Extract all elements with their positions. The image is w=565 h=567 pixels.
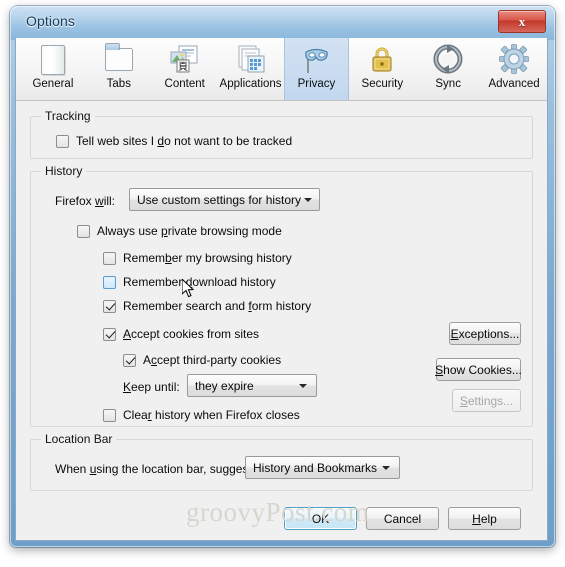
history-group: History Firefox will: Use custom setting… bbox=[30, 164, 533, 427]
accept-cookies-label: Accept cookies from sites bbox=[123, 327, 260, 341]
remember-form-row[interactable]: Remember search and form history bbox=[103, 299, 311, 313]
preferences-toolbar: General Tabs 頁 Content Applications Priv… bbox=[16, 38, 547, 101]
toolbar-item-sync[interactable]: Sync bbox=[415, 38, 481, 100]
suggest-label: When using the location bar, suggest: bbox=[55, 462, 256, 476]
keep-until-value: they expire bbox=[195, 378, 254, 393]
tracking-group: Tracking Tell web sites I do not want to… bbox=[30, 109, 533, 159]
toolbar-item-general[interactable]: General bbox=[20, 38, 86, 100]
always-private-row[interactable]: Always use private browsing mode bbox=[77, 224, 282, 238]
close-button[interactable]: x bbox=[498, 10, 546, 33]
toolbar-label-tabs: Tabs bbox=[106, 78, 131, 90]
location-bar-group: Location Bar When using the location bar… bbox=[30, 432, 533, 491]
remember-form-checkbox[interactable] bbox=[103, 299, 116, 313]
privacy-pane: Tracking Tell web sites I do not want to… bbox=[16, 101, 547, 539]
toolbar-label-advanced: Advanced bbox=[488, 78, 540, 90]
toolbar-label-security: Security bbox=[361, 78, 404, 90]
toolbar-label-content: Content bbox=[164, 78, 205, 90]
toolbar-item-tabs[interactable]: Tabs bbox=[86, 38, 152, 100]
accept-third-party-label: Accept third-party cookies bbox=[143, 353, 282, 367]
toolbar-label-privacy: Privacy bbox=[297, 78, 336, 90]
dialog-client-area: General Tabs 頁 Content Applications Priv… bbox=[15, 38, 548, 541]
toolbar-item-content[interactable]: 頁 Content bbox=[152, 38, 218, 100]
chevron-down-icon bbox=[295, 384, 311, 388]
applications-icon bbox=[235, 43, 267, 75]
remember-browsing-label: Remember my browsing history bbox=[123, 251, 292, 265]
title-bar: Options x bbox=[10, 6, 555, 40]
toolbar-label-sync: Sync bbox=[435, 78, 461, 90]
location-suggest-select[interactable]: History and Bookmarks bbox=[245, 456, 400, 479]
padlock-icon bbox=[366, 43, 398, 75]
toolbar-label-general: General bbox=[32, 78, 74, 90]
ok-button[interactable]: OK bbox=[284, 507, 357, 530]
toolbar-item-advanced[interactable]: Advanced bbox=[481, 38, 547, 100]
remember-download-label: Remember download history bbox=[123, 275, 276, 289]
remember-download-checkbox[interactable] bbox=[103, 275, 116, 289]
close-icon: x bbox=[518, 14, 526, 29]
do-not-track-checkbox[interactable] bbox=[56, 134, 69, 148]
svg-text:頁: 頁 bbox=[178, 61, 188, 73]
general-icon bbox=[37, 43, 69, 75]
cancel-button[interactable]: Cancel bbox=[366, 507, 439, 530]
firefox-will-label: Firefox will: bbox=[55, 194, 116, 208]
chevron-down-icon bbox=[378, 466, 394, 470]
show-cookies-button[interactable]: Show Cookies... bbox=[435, 358, 522, 381]
remember-form-label: Remember search and form history bbox=[123, 299, 312, 313]
keep-until-label: Keep until: bbox=[123, 380, 180, 394]
location-suggest-value: History and Bookmarks bbox=[253, 460, 378, 475]
gear-icon bbox=[498, 43, 530, 75]
clear-on-close-row[interactable]: Clear history when Firefox closes bbox=[103, 408, 300, 422]
history-mode-value: Use custom settings for history bbox=[137, 192, 302, 207]
clear-on-close-label: Clear history when Firefox closes bbox=[123, 408, 300, 422]
history-mode-select[interactable]: Use custom settings for history bbox=[129, 188, 320, 211]
accept-cookies-checkbox[interactable] bbox=[103, 327, 116, 341]
accept-third-party-row[interactable]: Accept third-party cookies bbox=[123, 353, 281, 367]
toolbar-item-security[interactable]: Security bbox=[349, 38, 415, 100]
exceptions-button[interactable]: Exceptions... bbox=[449, 322, 521, 345]
remember-browsing-row[interactable]: Remember my browsing history bbox=[103, 251, 292, 265]
clear-on-close-checkbox[interactable] bbox=[103, 408, 116, 422]
privacy-mask-icon bbox=[300, 43, 332, 75]
toolbar-item-applications[interactable]: Applications bbox=[218, 38, 284, 100]
always-private-checkbox[interactable] bbox=[77, 224, 90, 238]
do-not-track-row[interactable]: Tell web sites I do not want to be track… bbox=[56, 134, 292, 148]
options-window: Options x General Tabs 頁 Content Applica… bbox=[10, 6, 555, 547]
tabs-icon bbox=[103, 43, 135, 75]
keep-until-select[interactable]: they expire bbox=[187, 374, 317, 397]
location-bar-legend: Location Bar bbox=[41, 432, 117, 446]
always-private-label: Always use private browsing mode bbox=[97, 224, 282, 238]
sync-arrows-icon bbox=[432, 43, 464, 75]
toolbar-label-applications: Applications bbox=[219, 78, 282, 90]
help-button[interactable]: Help bbox=[448, 507, 521, 530]
remember-download-row[interactable]: Remember download history bbox=[103, 275, 276, 289]
tracking-legend: Tracking bbox=[41, 109, 95, 123]
chevron-down-icon bbox=[301, 198, 314, 202]
do-not-track-label: Tell web sites I do not want to be track… bbox=[76, 134, 293, 148]
accept-cookies-row[interactable]: Accept cookies from sites bbox=[103, 327, 259, 341]
accept-third-party-checkbox[interactable] bbox=[123, 353, 136, 367]
history-legend: History bbox=[41, 164, 87, 178]
remember-browsing-checkbox[interactable] bbox=[103, 251, 116, 265]
window-title: Options bbox=[26, 13, 75, 29]
content-icon: 頁 bbox=[169, 43, 201, 75]
toolbar-item-privacy[interactable]: Privacy bbox=[283, 38, 350, 100]
settings-button[interactable]: Settings... bbox=[452, 389, 521, 412]
